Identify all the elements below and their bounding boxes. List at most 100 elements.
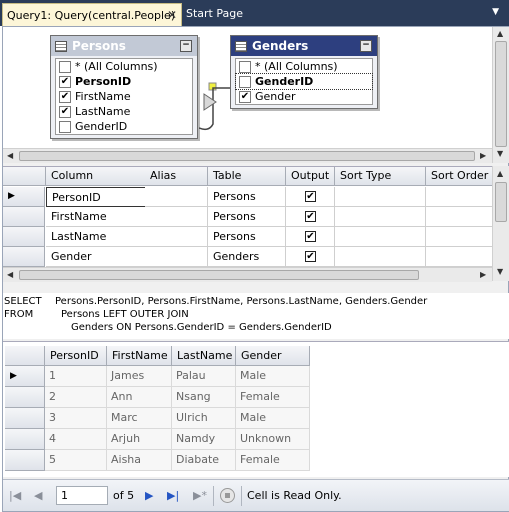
results-cell[interactable]: Marc — [107, 408, 172, 429]
grid-cell-table[interactable]: Genders — [208, 247, 286, 267]
persons-column-item[interactable]: ✔ FirstName — [56, 89, 192, 104]
grid-cell-column[interactable]: LastName — [46, 227, 146, 247]
checkbox[interactable] — [59, 120, 71, 133]
grid-cell-output[interactable]: ✔ — [286, 187, 335, 207]
genders-table-box[interactable]: Genders − * (All Columns) GenderID ✔ Gender — [230, 35, 378, 109]
grid-cell-sort-type[interactable] — [335, 187, 426, 207]
tab-query1[interactable]: Query1: Query(central.People) ✕ — [2, 3, 182, 26]
scroll-left-icon[interactable]: ◀ — [7, 151, 13, 160]
results-cell[interactable]: Nsang — [172, 387, 236, 408]
results-row-selector[interactable] — [5, 450, 45, 471]
scroll-left-icon[interactable]: ◀ — [7, 270, 13, 279]
grid-cell-alias[interactable] — [145, 187, 208, 207]
row-selector[interactable] — [3, 247, 45, 267]
results-cell[interactable]: Aisha — [107, 450, 172, 471]
chevron-down-icon[interactable]: ▼ — [492, 7, 499, 17]
results-cell[interactable]: Diabate — [172, 450, 236, 471]
last-record-icon[interactable]: ▶| — [167, 489, 179, 502]
grid-cell-column[interactable]: Gender — [46, 247, 146, 267]
results-grid[interactable]: PersonID FirstName LastName Gender ▶ 1 James Pa… — [3, 341, 509, 477]
results-cell[interactable]: Namdy — [172, 429, 236, 450]
results-cell[interactable]: Ulrich — [172, 408, 236, 429]
grid-cell-alias[interactable] — [145, 227, 208, 247]
results-cell[interactable]: 1 — [45, 366, 107, 387]
row-selector[interactable] — [3, 207, 45, 227]
results-row-selector[interactable] — [5, 429, 45, 450]
criteria-grid[interactable]: Column Alias Table Output Sort Type Sort Orde… — [3, 166, 492, 267]
scroll-thumb[interactable] — [19, 151, 475, 161]
scroll-right-icon[interactable]: ▶ — [480, 151, 486, 160]
grid-horizontal-scrollbar[interactable]: ◀ ▶ — [3, 267, 492, 282]
persons-column-item[interactable]: * (All Columns) — [56, 59, 192, 74]
output-checkbox[interactable]: ✔ — [305, 191, 316, 202]
genders-column-item[interactable]: ✔ Gender — [236, 89, 372, 104]
next-record-icon[interactable]: ▶ — [145, 489, 153, 502]
checkbox[interactable] — [239, 60, 251, 73]
stop-icon[interactable] — [220, 488, 235, 503]
diagram-horizontal-scrollbar[interactable]: ◀ ▶ — [3, 148, 492, 163]
previous-record-icon[interactable]: ◀ — [34, 489, 42, 502]
results-cell[interactable]: Male — [236, 366, 310, 387]
scroll-thumb[interactable] — [495, 182, 507, 222]
results-cell[interactable]: 2 — [45, 387, 107, 408]
grid-cell-sort-type[interactable] — [335, 247, 426, 267]
row-selector[interactable] — [3, 227, 45, 247]
results-cell[interactable]: Ann — [107, 387, 172, 408]
persons-table-header[interactable]: Persons − — [51, 36, 197, 56]
checkbox[interactable] — [59, 60, 71, 73]
persons-column-item[interactable]: ✔ PersonID — [56, 74, 192, 89]
scroll-up-icon[interactable]: ▲ — [497, 29, 503, 38]
grid-cell-output[interactable]: ✔ — [286, 227, 335, 247]
minimize-icon[interactable]: − — [180, 40, 192, 52]
close-icon[interactable]: ✕ — [167, 8, 177, 22]
grid-cell-alias[interactable] — [145, 207, 208, 227]
results-cell[interactable]: 3 — [45, 408, 107, 429]
results-cell[interactable]: Female — [236, 387, 310, 408]
grid-cell-column[interactable]: FirstName — [46, 207, 146, 227]
grid-cell-output[interactable]: ✔ — [286, 207, 335, 227]
grid-cell-sort-order[interactable] — [426, 207, 492, 227]
genders-table-header[interactable]: Genders − — [231, 36, 377, 56]
grid-cell-alias[interactable] — [145, 247, 208, 267]
current-page-input[interactable]: 1 — [56, 486, 108, 505]
results-cell[interactable]: Female — [236, 450, 310, 471]
checkbox[interactable]: ✔ — [239, 90, 251, 103]
grid-cell-output[interactable]: ✔ — [286, 247, 335, 267]
output-checkbox[interactable]: ✔ — [305, 211, 316, 222]
join-connector[interactable] — [199, 78, 233, 134]
results-row-selector[interactable] — [5, 387, 45, 408]
grid-cell-sort-type[interactable] — [335, 227, 426, 247]
persons-column-item[interactable]: GenderID — [56, 119, 192, 134]
grid-cell-sort-type[interactable] — [335, 207, 426, 227]
output-checkbox[interactable]: ✔ — [305, 231, 316, 242]
scroll-down-icon[interactable]: ▼ — [497, 267, 503, 276]
grid-cell-sort-order[interactable] — [426, 187, 492, 207]
genders-column-item[interactable]: * (All Columns) — [236, 59, 372, 74]
grid-cell-column[interactable]: PersonID — [46, 187, 146, 207]
diagram-vertical-scrollbar[interactable]: ▲ ▼ — [492, 27, 509, 163]
grid-cell-table[interactable]: Persons — [208, 207, 286, 227]
checkbox[interactable] — [239, 75, 251, 88]
results-cell[interactable]: Male — [236, 408, 310, 429]
row-selector[interactable]: ▶ — [3, 187, 45, 207]
genders-column-item[interactable]: GenderID — [235, 73, 373, 90]
checkbox[interactable]: ✔ — [59, 105, 71, 118]
results-cell[interactable]: James — [107, 366, 172, 387]
grid-cell-table[interactable]: Persons — [208, 187, 286, 207]
scroll-right-icon[interactable]: ▶ — [480, 270, 486, 279]
scroll-down-icon[interactable]: ▼ — [497, 149, 503, 158]
checkbox[interactable]: ✔ — [59, 75, 71, 88]
results-cell[interactable]: 4 — [45, 429, 107, 450]
results-row-selector[interactable] — [5, 408, 45, 429]
diagram-pane[interactable]: Persons − * (All Columns) ✔ PersonID ✔ First… — [3, 27, 492, 148]
new-record-icon[interactable]: ▶* — [193, 489, 207, 502]
sql-pane[interactable]: SELECT Persons.PersonID, Persons.FirstNa… — [3, 293, 509, 339]
minimize-icon[interactable]: − — [360, 40, 372, 52]
grid-vertical-scrollbar[interactable]: ▲ ▼ — [492, 166, 509, 281]
grid-cell-sort-order[interactable] — [426, 247, 492, 267]
persons-table-box[interactable]: Persons − * (All Columns) ✔ PersonID ✔ First… — [50, 35, 198, 139]
results-cell[interactable]: Arjuh — [107, 429, 172, 450]
persons-column-item[interactable]: ✔ LastName — [56, 104, 192, 119]
results-row-selector[interactable]: ▶ — [5, 366, 45, 387]
results-cell[interactable]: Palau — [172, 366, 236, 387]
